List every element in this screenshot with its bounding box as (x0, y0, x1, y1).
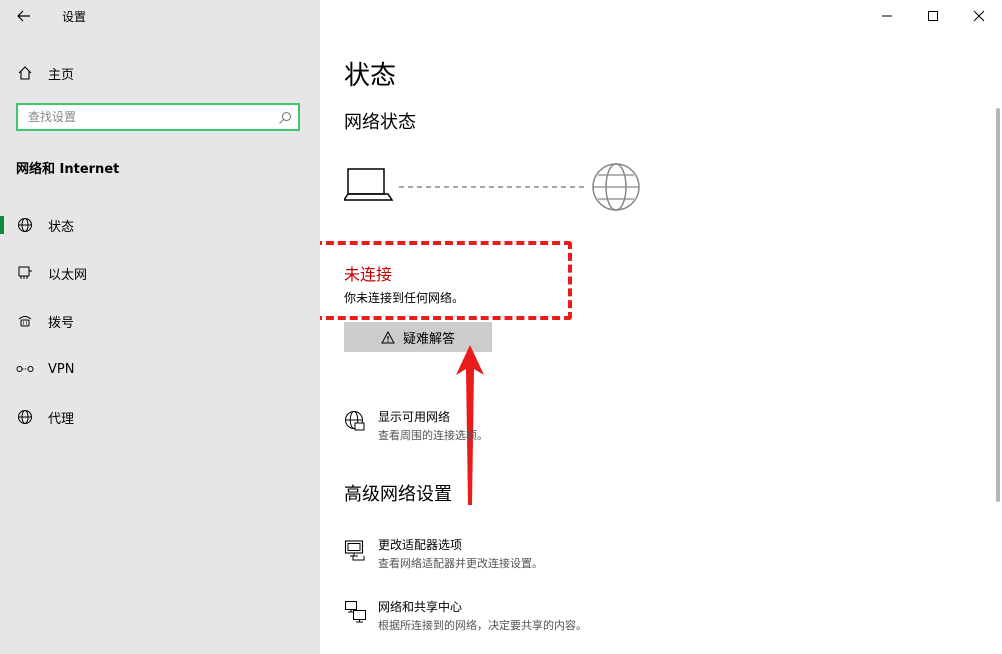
status-globe-icon (16, 216, 34, 234)
sharing-center-desc: 根据所连接到的网络，决定要共享的内容。 (378, 619, 587, 632)
minimize-icon (882, 15, 892, 17)
back-arrow-icon (17, 10, 30, 22)
sidebar-item-vpn[interactable]: VPN (0, 351, 320, 387)
search-icon[interactable] (278, 110, 292, 129)
ethernet-icon (16, 264, 34, 282)
sharing-center-title: 网络和共享中心 (378, 600, 463, 614)
scrollbar[interactable] (996, 108, 1000, 502)
sidebar-item-label: 以太网 (48, 267, 88, 283)
adapter-options-desc: 查看网络适配器并更改连接设置。 (378, 557, 543, 570)
sidebar-item-label: 代理 (48, 411, 75, 427)
internet-globe-icon (592, 163, 640, 211)
show-networks-icon (345, 411, 365, 431)
minimize-button[interactable] (864, 0, 910, 32)
app-title: 设置 (62, 10, 87, 24)
sidebar: 设置 主页 网络和 Internet 状态 以太网 拨号 VP (0, 0, 320, 654)
search-input[interactable] (18, 105, 278, 129)
home-icon (16, 64, 34, 82)
back-button[interactable] (10, 4, 38, 28)
search-box[interactable] (16, 103, 300, 131)
page-title: 状态 (344, 61, 397, 91)
close-icon (973, 10, 985, 22)
advanced-settings-heading: 高级网络设置 (344, 484, 452, 505)
adapter-options-link[interactable]: 更改适配器选项 查看网络适配器并更改连接设置。 (342, 536, 642, 572)
sidebar-item-label: 拨号 (48, 315, 75, 331)
close-button[interactable] (956, 0, 1002, 32)
troubleshoot-label: 疑难解答 (402, 331, 455, 347)
adapter-options-title: 更改适配器选项 (378, 538, 463, 552)
dialup-icon (16, 312, 34, 330)
main-content: 状态 网络状态 未连接 你未连接到任何网络。 疑难解答 显示可用网络 查看周围的… (320, 0, 1002, 654)
sharing-center-link[interactable]: 网络和共享中心 根据所连接到的网络，决定要共享的内容。 (342, 598, 662, 634)
show-networks-link[interactable]: 显示可用网络 查看周围的连接选项。 (342, 408, 622, 444)
sidebar-item-label: 状态 (48, 219, 75, 235)
proxy-globe-icon (16, 408, 34, 426)
laptop-icon (344, 168, 394, 201)
sidebar-item-status[interactable]: 状态 (0, 207, 320, 243)
show-networks-desc: 查看周围的连接选项。 (378, 429, 488, 442)
network-diagram (344, 163, 640, 211)
maximize-button[interactable] (910, 0, 956, 32)
category-heading: 网络和 Internet (16, 162, 120, 177)
network-status-heading: 网络状态 (344, 112, 416, 133)
warning-icon (381, 330, 395, 343)
annotation-dashed-box (320, 241, 572, 320)
maximize-icon (928, 11, 938, 21)
sidebar-item-dialup[interactable]: 拨号 (0, 303, 320, 339)
sidebar-item-ethernet[interactable]: 以太网 (0, 255, 320, 291)
sidebar-item-label: VPN (48, 361, 75, 377)
sidebar-item-label: 主页 (48, 67, 75, 83)
network-adapter-icon (344, 540, 365, 561)
sidebar-item-home[interactable]: 主页 (0, 55, 320, 91)
vpn-icon (16, 360, 34, 378)
show-networks-title: 显示可用网络 (378, 410, 451, 424)
sidebar-item-proxy[interactable]: 代理 (0, 399, 320, 435)
network-sharing-icon (345, 601, 366, 623)
